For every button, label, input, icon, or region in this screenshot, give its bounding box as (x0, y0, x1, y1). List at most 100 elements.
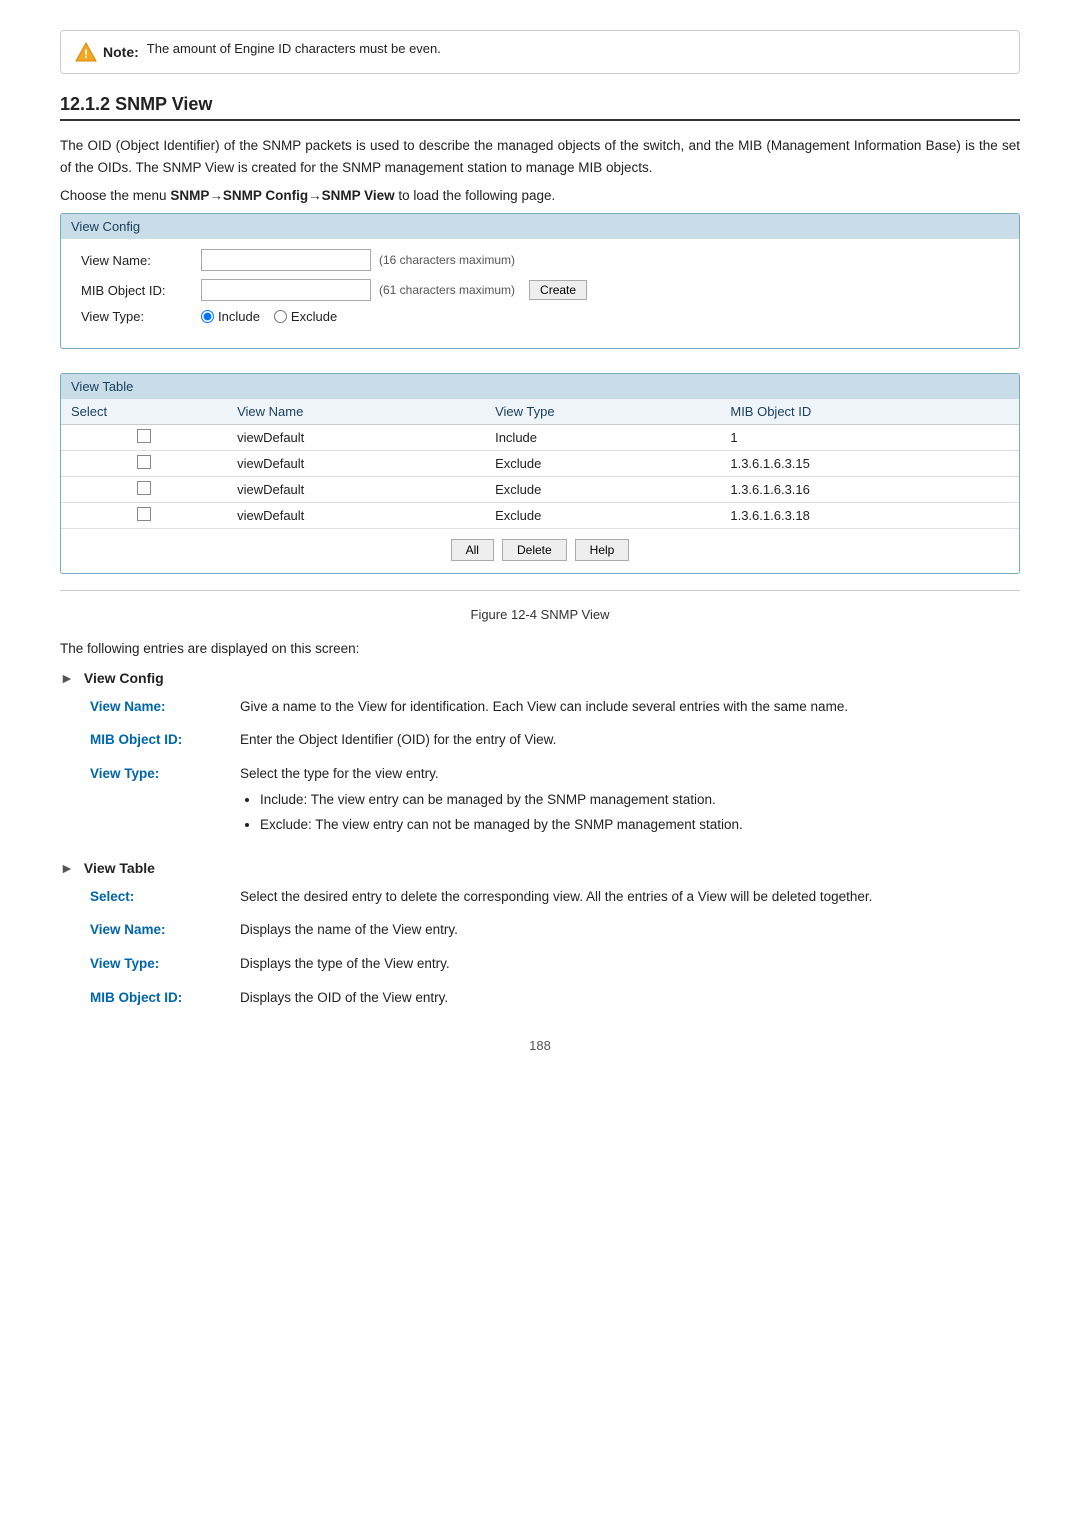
row-view-type-1: Exclude (485, 451, 720, 477)
mib-object-id-input[interactable] (201, 279, 371, 301)
section-divider (60, 590, 1020, 591)
desc-def-text: Give a name to the View for identificati… (240, 699, 848, 714)
desc-row: View Type: Select the type for the view … (90, 763, 1020, 840)
mib-object-id-row: MIB Object ID: (61 characters maximum) C… (81, 279, 999, 301)
desc-term: MIB Object ID: (90, 987, 240, 1009)
include-label: Include (218, 309, 260, 324)
desc-row: MIB Object ID: Displays the OID of the V… (90, 987, 1020, 1009)
desc-term: View Name: (90, 696, 240, 718)
desc-term: View Name: (90, 919, 240, 941)
desc-def-text: Displays the name of the View entry. (240, 922, 458, 937)
all-button[interactable]: All (451, 539, 494, 561)
include-option[interactable]: Include (201, 309, 260, 324)
desc-def-text: Displays the type of the View entry. (240, 956, 450, 971)
mib-object-id-hint: (61 characters maximum) (379, 283, 515, 297)
desc-def: Select the type for the view entry. Inclu… (240, 763, 1020, 840)
desc-row: Select: Select the desired entry to dele… (90, 886, 1020, 908)
note-text: The amount of Engine ID characters must … (147, 41, 441, 56)
row-checkbox-0[interactable] (137, 429, 151, 443)
mib-object-id-label: MIB Object ID: (81, 283, 201, 298)
desc-def-text: Select the type for the view entry. (240, 766, 439, 781)
desc-row: MIB Object ID: Enter the Object Identifi… (90, 729, 1020, 751)
row-mib-object-id-3: 1.3.6.1.6.3.18 (720, 503, 1019, 529)
exclude-option[interactable]: Exclude (274, 309, 337, 324)
desc-def: Displays the type of the View entry. (240, 953, 1020, 975)
desc-term: View Type: (90, 763, 240, 840)
include-radio[interactable] (201, 310, 214, 323)
view-config-body: View Name: (16 characters maximum) MIB O… (61, 239, 1019, 348)
row-checkbox-3[interactable] (137, 507, 151, 521)
row-checkbox-cell (61, 503, 227, 529)
warning-icon: ! (75, 41, 97, 63)
view-name-row: View Name: (16 characters maximum) (81, 249, 999, 271)
col-select: Select (61, 399, 227, 425)
note-title: Note: (103, 44, 139, 60)
desc-term: View Type: (90, 953, 240, 975)
desc-row: View Name: Give a name to the View for i… (90, 696, 1020, 718)
desc-def: Give a name to the View for identificati… (240, 696, 1020, 718)
desc-def-text: Select the desired entry to delete the c… (240, 889, 872, 904)
arrow-icon-1: ► (60, 670, 74, 686)
desc-def: Displays the name of the View entry. (240, 919, 1020, 941)
desc-def-text: Displays the OID of the View entry. (240, 990, 448, 1005)
create-button[interactable]: Create (529, 280, 587, 300)
figure-caption: Figure 12-4 SNMP View (60, 607, 1020, 622)
desc-term: MIB Object ID: (90, 729, 240, 751)
row-checkbox-2[interactable] (137, 481, 151, 495)
desc-row: View Type: Displays the type of the View… (90, 953, 1020, 975)
exclude-radio[interactable] (274, 310, 287, 323)
note-box: ! Note: The amount of Engine ID characte… (60, 30, 1020, 74)
desc-row: View Name: Displays the name of the View… (90, 919, 1020, 941)
row-view-name-1: viewDefault (227, 451, 485, 477)
view-config-panel: View Config View Name: (16 characters ma… (60, 213, 1020, 349)
desc-term: Select: (90, 886, 240, 908)
desc-def: Enter the Object Identifier (OID) for th… (240, 729, 1020, 751)
desc-def-text: Enter the Object Identifier (OID) for th… (240, 732, 556, 747)
row-view-name-2: viewDefault (227, 477, 485, 503)
section-heading: 12.1.2 SNMP View (60, 94, 1020, 121)
view-table-desc-table: Select: Select the desired entry to dele… (90, 886, 1020, 1008)
help-button[interactable]: Help (575, 539, 630, 561)
view-config-header: View Config (61, 214, 1019, 239)
view-config-desc-heading: ► View Config (60, 670, 1020, 686)
view-name-hint: (16 characters maximum) (379, 253, 515, 267)
view-table-desc-heading: ► View Table (60, 860, 1020, 876)
col-mib-object-id: MIB Object ID (720, 399, 1019, 425)
row-view-name-3: viewDefault (227, 503, 485, 529)
row-view-name-0: viewDefault (227, 425, 485, 451)
view-table-panel: View Table Select View Name View Type MI… (60, 373, 1020, 574)
view-config-desc-section: ► View Config View Name: Give a name to … (60, 670, 1020, 840)
menu-instruction: Choose the menu SNMP→SNMP Config→SNMP Vi… (60, 188, 1020, 203)
body-paragraph: The OID (Object Identifier) of the SNMP … (60, 135, 1020, 178)
table-row: viewDefault Exclude 1.3.6.1.6.3.16 (61, 477, 1019, 503)
col-view-type: View Type (485, 399, 720, 425)
view-config-desc-title: View Config (84, 670, 164, 686)
view-table: Select View Name View Type MIB Object ID… (61, 399, 1019, 529)
desc-bullet: Include: The view entry can be managed b… (260, 789, 1020, 811)
row-mib-object-id-2: 1.3.6.1.6.3.16 (720, 477, 1019, 503)
desc-def: Select the desired entry to delete the c… (240, 886, 1020, 908)
row-mib-object-id-0: 1 (720, 425, 1019, 451)
view-type-radio-group: Include Exclude (201, 309, 337, 324)
svg-text:!: ! (84, 47, 88, 61)
view-type-label: View Type: (81, 309, 201, 324)
delete-button[interactable]: Delete (502, 539, 567, 561)
desc-bullet: Exclude: The view entry can not be manag… (260, 814, 1020, 836)
row-view-type-3: Exclude (485, 503, 720, 529)
desc-def: Displays the OID of the View entry. (240, 987, 1020, 1009)
row-checkbox-1[interactable] (137, 455, 151, 469)
col-view-name: View Name (227, 399, 485, 425)
view-name-input[interactable] (201, 249, 371, 271)
view-config-desc-table: View Name: Give a name to the View for i… (90, 696, 1020, 840)
row-checkbox-cell (61, 477, 227, 503)
view-type-row: View Type: Include Exclude (81, 309, 999, 324)
view-table-desc-section: ► View Table Select: Select the desired … (60, 860, 1020, 1008)
table-header-row: Select View Name View Type MIB Object ID (61, 399, 1019, 425)
table-buttons: All Delete Help (61, 529, 1019, 573)
view-table-desc-title: View Table (84, 860, 155, 876)
table-row: viewDefault Exclude 1.3.6.1.6.3.15 (61, 451, 1019, 477)
row-view-type-0: Include (485, 425, 720, 451)
view-table-header: View Table (61, 374, 1019, 399)
row-checkbox-cell (61, 425, 227, 451)
page-number: 188 (60, 1038, 1020, 1053)
